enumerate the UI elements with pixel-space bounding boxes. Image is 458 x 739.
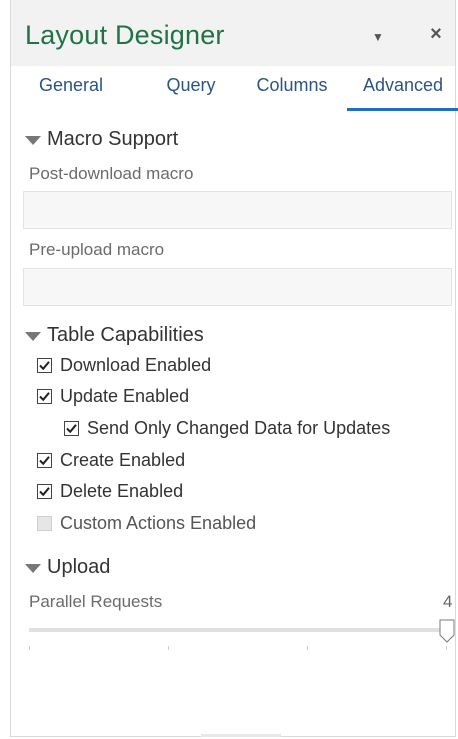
checkbox-checked-icon [37,453,52,468]
chevron-down-icon: ▼ [372,30,384,44]
section-title: Table Capabilities [47,324,204,346]
expand-triangle-icon [25,332,41,341]
slider-thumb[interactable] [439,619,455,643]
delete-enabled-checkbox[interactable]: Delete Enabled [37,481,183,502]
checkbox-label: Create Enabled [60,450,186,470]
pre-upload-macro-input[interactable] [23,268,452,306]
checkbox-label: Delete Enabled [60,481,184,501]
parallel-requests-slider[interactable] [29,628,449,632]
create-enabled-checkbox[interactable]: Create Enabled [37,450,185,471]
checkbox-label: Custom Actions Enabled [60,513,257,533]
tab-advanced[interactable]: Advanced [347,74,458,111]
send-only-changed-data-checkbox[interactable]: Send Only Changed Data for Updates [64,418,390,439]
slider-tick [168,646,169,650]
tab-columns[interactable]: Columns [249,74,335,108]
layout-designer-panel: Layout Designer ▼ × General Query Column… [10,0,458,737]
checkbox-label: Send Only Changed Data for Updates [87,418,391,438]
expand-triangle-icon [25,136,41,145]
pre-upload-macro-label: Pre-upload macro [29,240,165,259]
parallel-requests-value: 4 [443,592,453,611]
panel-titlebar: Layout Designer ▼ × [11,0,455,66]
macro-support-section-header[interactable]: Macro Support [25,128,178,151]
checkbox-unchecked-icon [37,516,52,531]
post-download-macro-label: Post-download macro [29,164,194,183]
scrollbar[interactable] [201,734,281,737]
tab-bar: General Query Columns Advanced [11,66,458,111]
parallel-requests-label: Parallel Requests [29,592,163,611]
close-button[interactable]: × [425,24,447,44]
slider-tick [29,646,30,650]
panel-options-button[interactable]: ▼ [367,27,389,47]
upload-section-header[interactable]: Upload [25,556,110,579]
slider-tick [307,646,308,650]
checkbox-label: Update Enabled [60,386,190,406]
tab-general[interactable]: General [29,74,113,108]
panel-title: Layout Designer [25,20,225,50]
checkbox-checked-icon [37,484,52,499]
checkbox-checked-icon [37,389,52,404]
section-title: Macro Support [47,128,179,150]
checkbox-label: Download Enabled [60,355,212,375]
close-icon: × [430,23,442,45]
checkbox-checked-icon [37,358,52,373]
slider-tick [446,646,447,650]
tab-query[interactable]: Query [151,74,231,108]
table-capabilities-section-header[interactable]: Table Capabilities [25,324,204,347]
post-download-macro-input[interactable] [23,191,452,229]
section-title: Upload [47,556,111,578]
download-enabled-checkbox[interactable]: Download Enabled [37,355,211,376]
expand-triangle-icon [25,564,41,573]
checkbox-checked-icon [64,421,79,436]
update-enabled-checkbox[interactable]: Update Enabled [37,386,189,407]
custom-actions-enabled-checkbox[interactable]: Custom Actions Enabled [37,513,256,534]
